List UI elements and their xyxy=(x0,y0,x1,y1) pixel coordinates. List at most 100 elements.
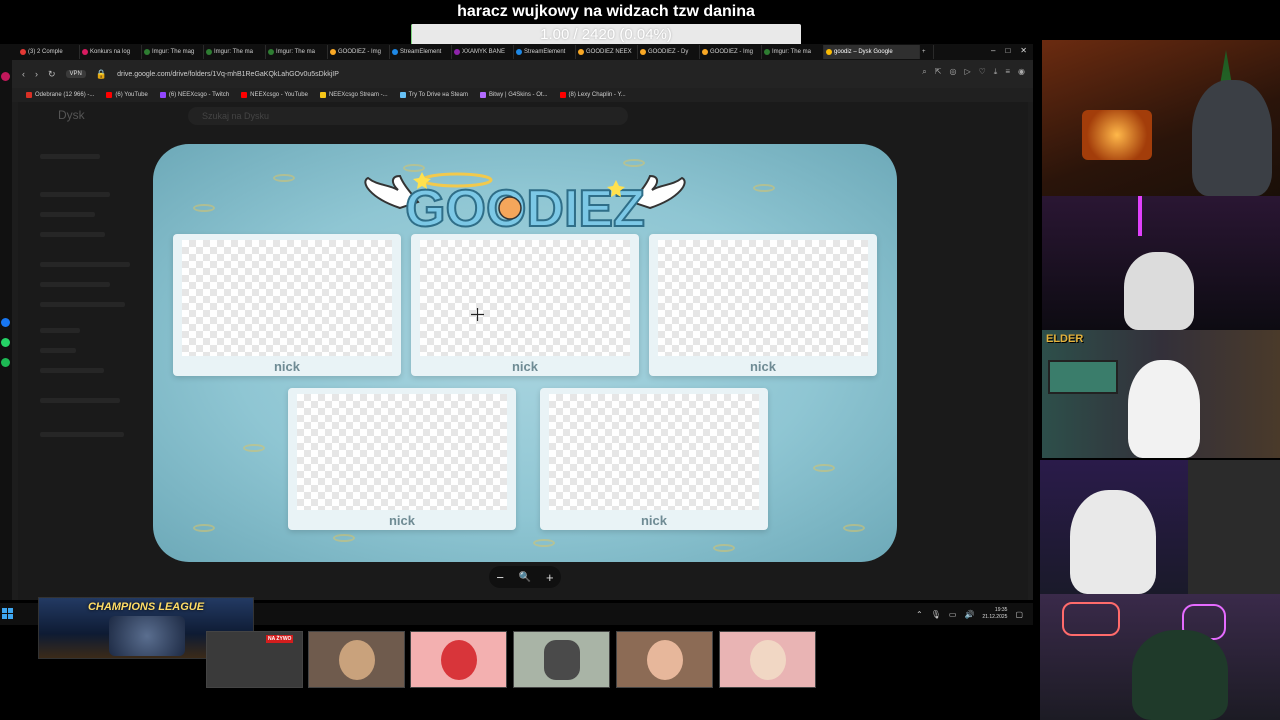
browser-tab[interactable]: GOODIEZ NEEX xyxy=(576,45,638,59)
nick-label: nick xyxy=(388,513,415,528)
drive-nav-line xyxy=(40,232,105,237)
camera-icon[interactable]: ◎ xyxy=(949,67,956,77)
address-bar[interactable]: drive.google.com/drive/folders/1Vq-mhB1R… xyxy=(117,71,339,78)
browser-tab[interactable]: Imgur: The ma xyxy=(762,45,824,59)
browser-tab[interactable]: Imgur: The ma xyxy=(266,45,328,59)
nick-label: nick xyxy=(749,359,776,374)
windows-start-icon[interactable] xyxy=(2,608,13,619)
volume-icon[interactable]: 🔊 xyxy=(964,610,974,619)
drive-nav-line xyxy=(40,154,100,159)
bookmark-label: Odebrane (12 966) -... xyxy=(35,92,95,98)
browser-sidebar xyxy=(0,60,12,600)
avatar xyxy=(440,639,477,680)
heart-icon[interactable]: ♡ xyxy=(979,67,986,77)
network-icon[interactable]: ▭ xyxy=(949,610,957,619)
browser-tab[interactable]: StreamElement xyxy=(390,45,452,59)
bookmark-item[interactable]: (6) NEEXcsgo - Twitch xyxy=(159,92,229,98)
sidebar-app-icon[interactable] xyxy=(1,72,10,81)
new-tab-button[interactable]: + xyxy=(920,45,934,59)
maximize-icon[interactable]: □ xyxy=(1005,46,1010,55)
bookmark-item[interactable]: NEEXcsgo Stream -... xyxy=(319,92,388,98)
drive-nav-line xyxy=(40,348,76,353)
stream-thumbnail[interactable] xyxy=(513,631,610,688)
nick-label: nick xyxy=(640,513,667,528)
crosshair-cursor-icon xyxy=(471,308,484,321)
notifications-icon[interactable]: ▢ xyxy=(1015,610,1023,619)
browser-tab[interactable]: Imgur: The ma xyxy=(204,45,266,59)
messenger-icon[interactable] xyxy=(1,318,10,327)
browser-tab[interactable]: XXAMYK BANE xyxy=(452,45,514,59)
drive-nav-line xyxy=(40,432,124,437)
drive-nav-line xyxy=(40,302,125,307)
zoom-out-button[interactable]: − xyxy=(496,570,504,585)
reload-icon[interactable]: ↻ xyxy=(48,69,56,80)
browser-tab[interactable]: (3) 2 Comple xyxy=(18,45,80,59)
streamer-person xyxy=(1132,630,1228,720)
browser-tab[interactable]: goodiz – Dysk Google xyxy=(824,45,920,59)
browser-tab[interactable]: Konkurs na log xyxy=(80,45,142,59)
search-icon[interactable]: ⌕ xyxy=(922,67,926,77)
tab-label: StreamElement xyxy=(400,49,442,55)
spotify-icon[interactable] xyxy=(1,358,10,367)
taskbar-clock[interactable]: 19:35 21.12.2025 xyxy=(982,607,1007,621)
drive-nav-line xyxy=(40,262,130,267)
stream-thumbnail[interactable] xyxy=(616,631,713,688)
tab-label: GOODIEZ - Img xyxy=(338,49,382,55)
empty-image-slot xyxy=(297,394,507,510)
bookmark-item[interactable]: Bitwy | G4Skins - Ot... xyxy=(479,92,548,98)
bookmark-item[interactable]: NEEXcsgo - YouTube xyxy=(241,92,308,98)
browser-tab[interactable]: GOODIEZ - Img xyxy=(328,45,390,59)
bookmark-item[interactable]: (6) YouTube xyxy=(106,92,148,98)
zoom-in-button[interactable]: + xyxy=(546,570,554,585)
microphone-icon[interactable]: 🎙 xyxy=(931,610,941,619)
chevron-up-icon[interactable]: ⌃ xyxy=(916,610,923,619)
browser-tab[interactable]: GOODIEZ - Img xyxy=(700,45,762,59)
bookmark-favicon-icon xyxy=(559,92,566,98)
close-icon[interactable]: ✕ xyxy=(1020,46,1027,55)
browser-tab[interactable]: StreamElement xyxy=(514,45,576,59)
tab-label: Imgur: The ma xyxy=(772,49,811,55)
bookmark-favicon-icon xyxy=(26,92,32,98)
drive-nav-line xyxy=(40,192,110,197)
nick-label: nick xyxy=(511,359,538,374)
background-halo-icon xyxy=(813,464,835,472)
zoom-icon[interactable]: 🔍 xyxy=(519,572,531,583)
image-preview[interactable]: GOODIEZ nick nick nick nick nick xyxy=(153,144,897,562)
whatsapp-icon[interactable] xyxy=(1,338,10,347)
download-icon[interactable]: ⤓ xyxy=(994,67,998,77)
logo-text: GOODIEZ xyxy=(405,180,645,238)
stream-thumbnail[interactable] xyxy=(719,631,816,688)
bookmark-favicon-icon xyxy=(106,92,113,98)
tab-label: GOODIEZ - Img xyxy=(710,49,754,55)
drive-title: Dysk xyxy=(58,108,85,122)
lock-icon: 🔒 xyxy=(95,68,108,79)
play-icon[interactable]: ▷ xyxy=(964,67,970,77)
share-icon[interactable]: ⇱ xyxy=(935,67,942,77)
browser-tab[interactable]: GOODIEZ - Dy xyxy=(638,45,700,59)
webcam-headset xyxy=(1040,460,1188,594)
bookmark-item[interactable]: Try To Drive на Steam xyxy=(399,92,468,98)
browser-tab[interactable]: Imgur: The mag xyxy=(142,45,204,59)
stream-screen: haracz wujkowy na widzach tzw danina 1.0… xyxy=(0,0,1280,720)
tab-label: StreamElement xyxy=(524,49,566,55)
tab-favicon-icon xyxy=(20,49,26,55)
profile-icon[interactable]: ◉ xyxy=(1018,67,1025,77)
vpn-badge[interactable]: VPN xyxy=(65,70,86,78)
forward-icon[interactable]: › xyxy=(35,69,38,79)
minimize-icon[interactable]: – xyxy=(991,46,995,55)
background-halo-icon xyxy=(193,204,215,212)
back-icon[interactable]: ‹ xyxy=(22,69,25,79)
tab-label: XXAMYK BANE xyxy=(462,49,506,55)
clock-date: 21.12.2025 xyxy=(982,614,1008,620)
toolbar-actions: ⌕ ⇱ ◎ ▷ ♡ ⤓ ≡ ◉ xyxy=(922,67,1025,77)
stream-thumbnail[interactable] xyxy=(308,631,405,688)
goodiez-logo: GOODIEZ xyxy=(364,172,686,238)
nick-frame-5: nick xyxy=(540,388,768,530)
stream-thumbnail[interactable] xyxy=(410,631,507,688)
drive-nav-line xyxy=(40,368,104,373)
menu-icon[interactable]: ≡ xyxy=(1005,67,1010,77)
goal-progress-text: 1.00 / 2420 (0.04%) xyxy=(540,26,672,43)
drive-search-input[interactable]: Szukaj na Dysku xyxy=(188,107,628,125)
bookmark-item[interactable]: Odebrane (12 966) -... xyxy=(26,92,94,98)
bookmark-item[interactable]: (8) Lexy Chaplin - Y... xyxy=(559,92,626,98)
